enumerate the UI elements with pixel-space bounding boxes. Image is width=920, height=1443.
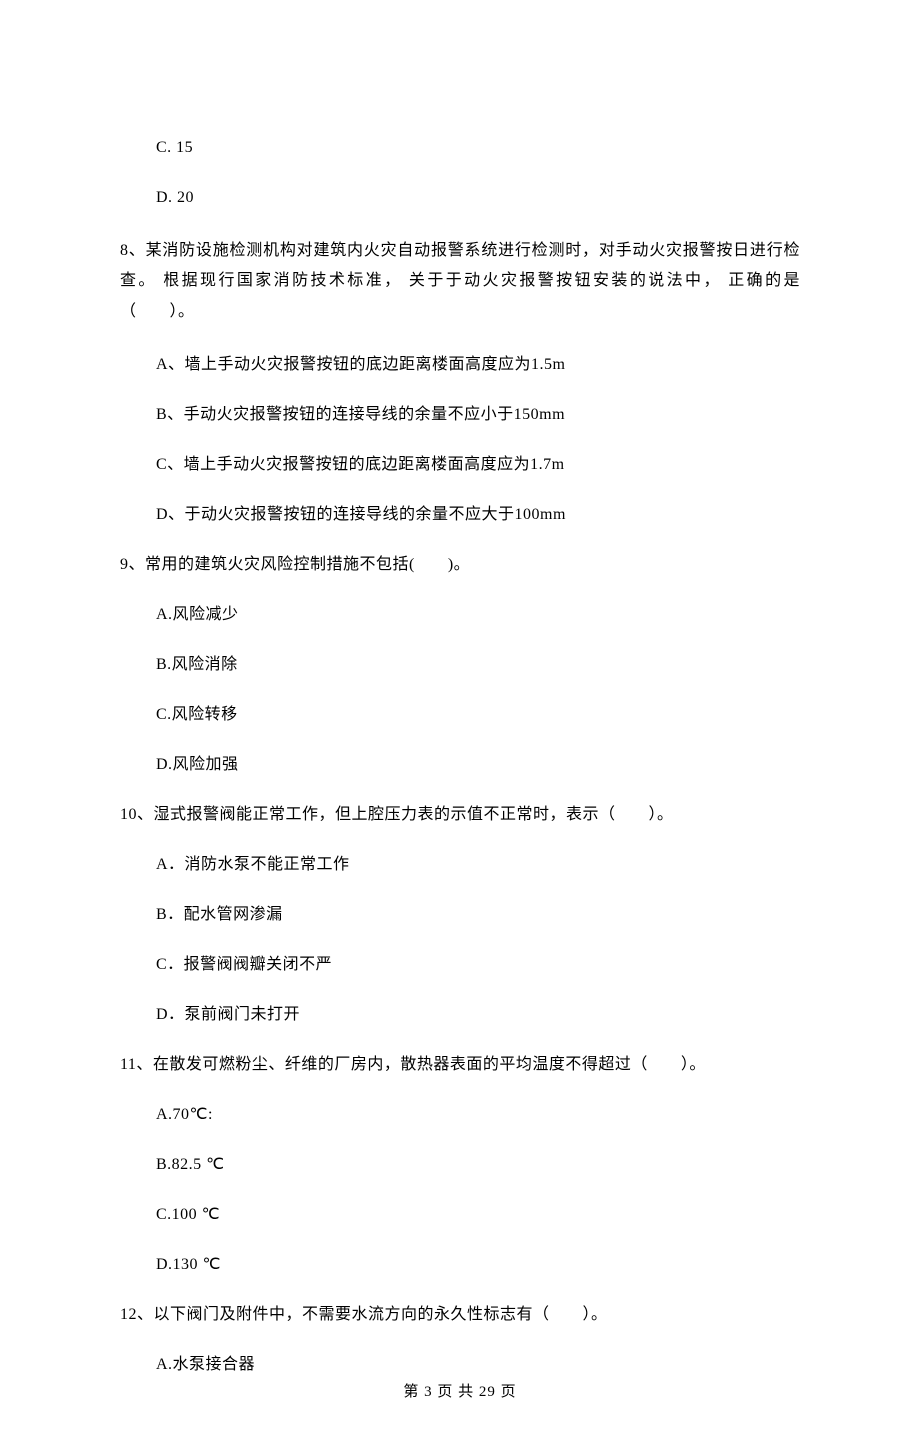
question-11-stem: 11、在散发可燃粉尘、纤维的厂房内，散热器表面的平均温度不得超过（ ）。 [120,1053,800,1077]
question-8-option-a: A、墙上手动火灾报警按钮的底边距离楼面高度应为1.5m [156,353,800,377]
question-9-option-c: C.风险转移 [156,703,800,727]
question-10-option-b: B．配水管网渗漏 [156,903,800,927]
question-9-stem: 9、常用的建筑火灾风险控制措施不包括( )。 [120,553,800,577]
question-10-stem: 10、湿式报警阀能正常工作，但上腔压力表的示值不正常时，表示（ ）。 [120,803,800,827]
question-8-option-b: B、手动火灾报警按钮的连接导线的余量不应小于150mm [156,403,800,427]
question-9-option-b: B.风险消除 [156,653,800,677]
question-8-option-d: D、于动火灾报警按钮的连接导线的余量不应大于100mm [156,503,800,527]
question-11-option-d: D.130 ℃ [156,1253,800,1277]
question-10-option-c: C．报警阀阀瓣关闭不严 [156,953,800,977]
question-9-option-d: D.风险加强 [156,753,800,777]
question-10-option-a: A．消防水泵不能正常工作 [156,853,800,877]
document-page: C. 15 D. 20 8、某消防设施检测机构对建筑内火灾自动报警系统进行检测时… [0,0,920,1443]
option-d: D. 20 [156,186,800,210]
page-footer: 第 3 页 共 29 页 [0,1381,920,1404]
question-10-option-d: D．泵前阀门未打开 [156,1003,800,1027]
question-12-option-a: A.水泵接合器 [156,1353,800,1377]
question-12-stem: 12、以下阀门及附件中，不需要水流方向的永久性标志有（ ）。 [120,1303,800,1327]
question-11-option-b: B.82.5 ℃ [156,1153,800,1177]
question-8-stem: 8、某消防设施检测机构对建筑内火灾自动报警系统进行检测时，对手动火灾报警按日进行… [120,236,800,327]
question-11-option-a: A.70℃: [156,1103,800,1127]
question-11-option-c: C.100 ℃ [156,1203,800,1227]
option-c: C. 15 [156,136,800,160]
question-8-option-c: C、墙上手动火灾报警按钮的底边距离楼面高度应为1.7m [156,453,800,477]
question-9-option-a: A.风险减少 [156,603,800,627]
